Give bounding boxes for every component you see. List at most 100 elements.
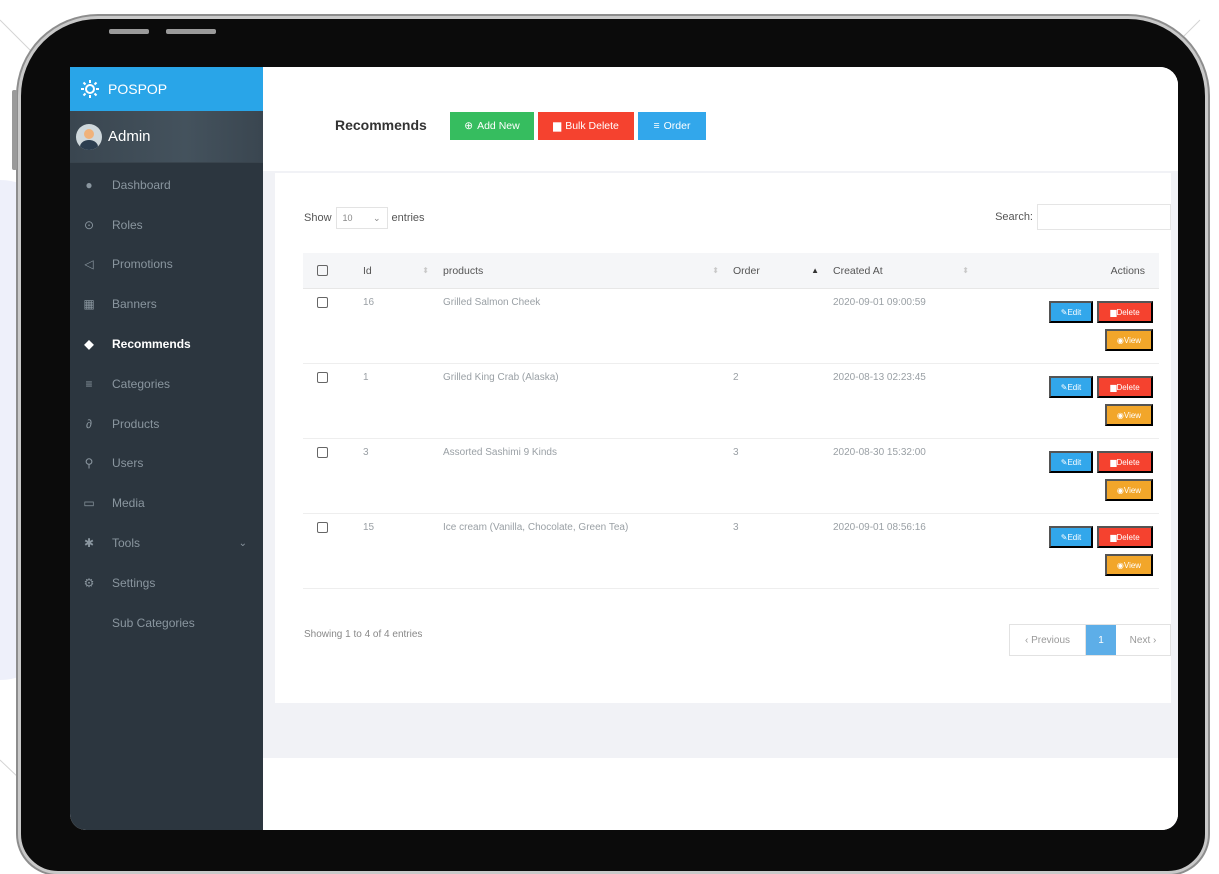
cell-actions: ✎ Edit ▆ Delete ◉ View — [983, 439, 1159, 513]
cell-order: 3 — [733, 522, 739, 533]
sidebar-item-media[interactable]: ▭ Media — [70, 483, 263, 523]
eye-icon: ◉ — [1116, 560, 1124, 570]
cell-product: Ice cream (Vanilla, Chocolate, Green Tea… — [443, 522, 629, 533]
table-header: Id ⬍ products ⬍ Order ▲ Created At ⬍ Act… — [303, 253, 1159, 289]
search-label: Search: — [995, 211, 1033, 223]
select-all-checkbox[interactable] — [317, 265, 328, 276]
row-checkbox-cell — [303, 364, 363, 438]
entries-label: entries — [391, 212, 425, 224]
sidebar-item-label: Sub Categories — [112, 615, 195, 630]
order-label: Order — [663, 120, 691, 132]
row-checkbox[interactable] — [317, 447, 328, 458]
gear-icon: ⚙ — [83, 575, 95, 590]
view-button[interactable]: ◉ View — [1105, 479, 1153, 501]
column-header-label: products — [443, 264, 484, 277]
previous-page-button[interactable]: ‹ Previous — [1010, 625, 1086, 655]
sidebar-item-recommends[interactable]: ◆ Recommends — [70, 324, 263, 364]
column-header-actions: Actions — [983, 265, 1159, 277]
view-button[interactable]: ◉ View — [1105, 554, 1153, 576]
page-1-button[interactable]: 1 — [1086, 625, 1116, 655]
user-name: Admin — [108, 128, 151, 145]
plus-circle-icon: ⊕ — [464, 120, 474, 132]
delete-button[interactable]: ▆ Delete — [1097, 451, 1153, 473]
row-checkbox[interactable] — [317, 297, 328, 308]
sidebar-item-label: Tools — [112, 536, 141, 551]
sidebar-item-label: Dashboard — [112, 177, 171, 192]
megaphone-icon: ◁ — [84, 257, 94, 272]
sidebar-item-users[interactable]: ⚲ Users — [70, 444, 263, 484]
sidebar-item-banners[interactable]: ▦ Banners — [70, 284, 263, 324]
cell-order: 3 — [733, 447, 739, 458]
view-button[interactable]: ◉ View — [1105, 329, 1153, 351]
sidebar-item-sub-categories[interactable]: Sub Categories — [70, 603, 263, 643]
table-row: 16 Grilled Salmon Cheek 2020-09-01 09:00… — [303, 289, 1159, 364]
delete-button[interactable]: ▆ Delete — [1097, 301, 1153, 323]
sidebar-item-label: Banners — [112, 297, 157, 312]
user-panel[interactable]: Admin — [70, 111, 263, 163]
view-button[interactable]: ◉ View — [1105, 404, 1153, 426]
tablet-button — [166, 29, 216, 34]
dashboard-icon: ● — [85, 177, 93, 192]
sidebar-item-roles[interactable]: ⊙ Roles — [70, 205, 263, 245]
sidebar-item-categories[interactable]: ≡ Categories — [70, 364, 263, 404]
sidebar-item-dashboard[interactable]: ● Dashboard — [70, 165, 263, 205]
list-icon: ≡ — [653, 120, 660, 132]
cell-actions: ✎ Edit ▆ Delete ◉ View — [983, 364, 1159, 438]
cell-product: Assorted Sashimi 9 Kinds — [443, 447, 557, 458]
main-content: Recommends ⊕ Add New ▆ Bulk Delete ≡ Ord… — [263, 67, 1178, 830]
bulk-delete-button[interactable]: ▆ Bulk Delete — [538, 112, 634, 140]
cell-order: 2 — [733, 372, 739, 383]
cell-id: 15 — [363, 522, 375, 533]
sidebar-item-label: Recommends — [112, 337, 191, 352]
edit-button[interactable]: ✎ Edit — [1049, 301, 1093, 323]
edit-button[interactable]: ✎ Edit — [1049, 526, 1093, 548]
tools-icon: ✱ — [83, 536, 95, 551]
delete-button[interactable]: ▆ Delete — [1097, 526, 1153, 548]
sidebar-item-label: Media — [112, 496, 145, 511]
sidebar-item-label: Users — [112, 456, 144, 471]
column-header-products[interactable]: products ⬍ — [443, 265, 733, 277]
next-page-button[interactable]: Next › — [1116, 625, 1170, 655]
search-input[interactable] — [1037, 204, 1171, 230]
lock-icon: ⊙ — [83, 217, 95, 232]
table-info: Showing 1 to 4 of 4 entries — [304, 629, 423, 640]
cell-created-at: 2020-08-30 15:32:00 — [833, 447, 926, 458]
delete-button[interactable]: ▆ Delete — [1097, 376, 1153, 398]
sidebar-item-promotions[interactable]: ◁ Promotions — [70, 245, 263, 285]
column-header-label: Id — [363, 264, 372, 277]
sidebar-item-tools[interactable]: ✱ Tools ⌄ — [70, 523, 263, 563]
search-box: Search: — [995, 204, 1171, 230]
eye-icon: ◉ — [1116, 410, 1124, 420]
avatar — [76, 123, 102, 150]
add-new-label: Add New — [477, 120, 520, 132]
sort-ascending-icon: ▲ — [811, 266, 819, 275]
sidebar: POSPOP Admin ● Dashboard ⊙ Roles ◁ Promo… — [70, 67, 263, 830]
column-header-created-at[interactable]: Created At ⬍ — [833, 265, 983, 277]
tablet-button — [109, 29, 149, 34]
column-header-label: Created At — [833, 264, 883, 277]
sidebar-item-label: Roles — [112, 217, 143, 232]
table-row: 3 Assorted Sashimi 9 Kinds 3 2020-08-30 … — [303, 439, 1159, 514]
recommends-table: Id ⬍ products ⬍ Order ▲ Created At ⬍ Act… — [303, 253, 1159, 589]
column-header-order[interactable]: Order ▲ — [733, 265, 833, 277]
sidebar-item-settings[interactable]: ⚙ Settings — [70, 563, 263, 603]
add-new-button[interactable]: ⊕ Add New — [450, 112, 534, 140]
edit-icon: ✎ — [1060, 307, 1068, 317]
sidebar-item-products[interactable]: ∂ Products — [70, 404, 263, 444]
row-checkbox-cell — [303, 439, 363, 513]
column-header-label: Order — [733, 264, 760, 277]
edit-button[interactable]: ✎ Edit — [1049, 376, 1093, 398]
entries-select[interactable]: 10 ⌄ — [335, 207, 388, 229]
row-checkbox[interactable] — [317, 372, 328, 383]
cell-created-at: 2020-08-13 02:23:45 — [833, 372, 926, 383]
brand-bar[interactable]: POSPOP — [70, 67, 263, 111]
column-header-id[interactable]: Id ⬍ — [363, 265, 443, 277]
sort-icon: ⬍ — [422, 266, 429, 275]
bulk-delete-label: Bulk Delete — [565, 120, 619, 132]
row-checkbox[interactable] — [317, 522, 328, 533]
order-button[interactable]: ≡ Order — [638, 112, 706, 140]
entries-selector: Show 10 ⌄ entries — [304, 207, 425, 229]
edit-icon: ✎ — [1060, 532, 1068, 542]
row-checkbox-cell — [303, 514, 363, 588]
edit-button[interactable]: ✎ Edit — [1049, 451, 1093, 473]
